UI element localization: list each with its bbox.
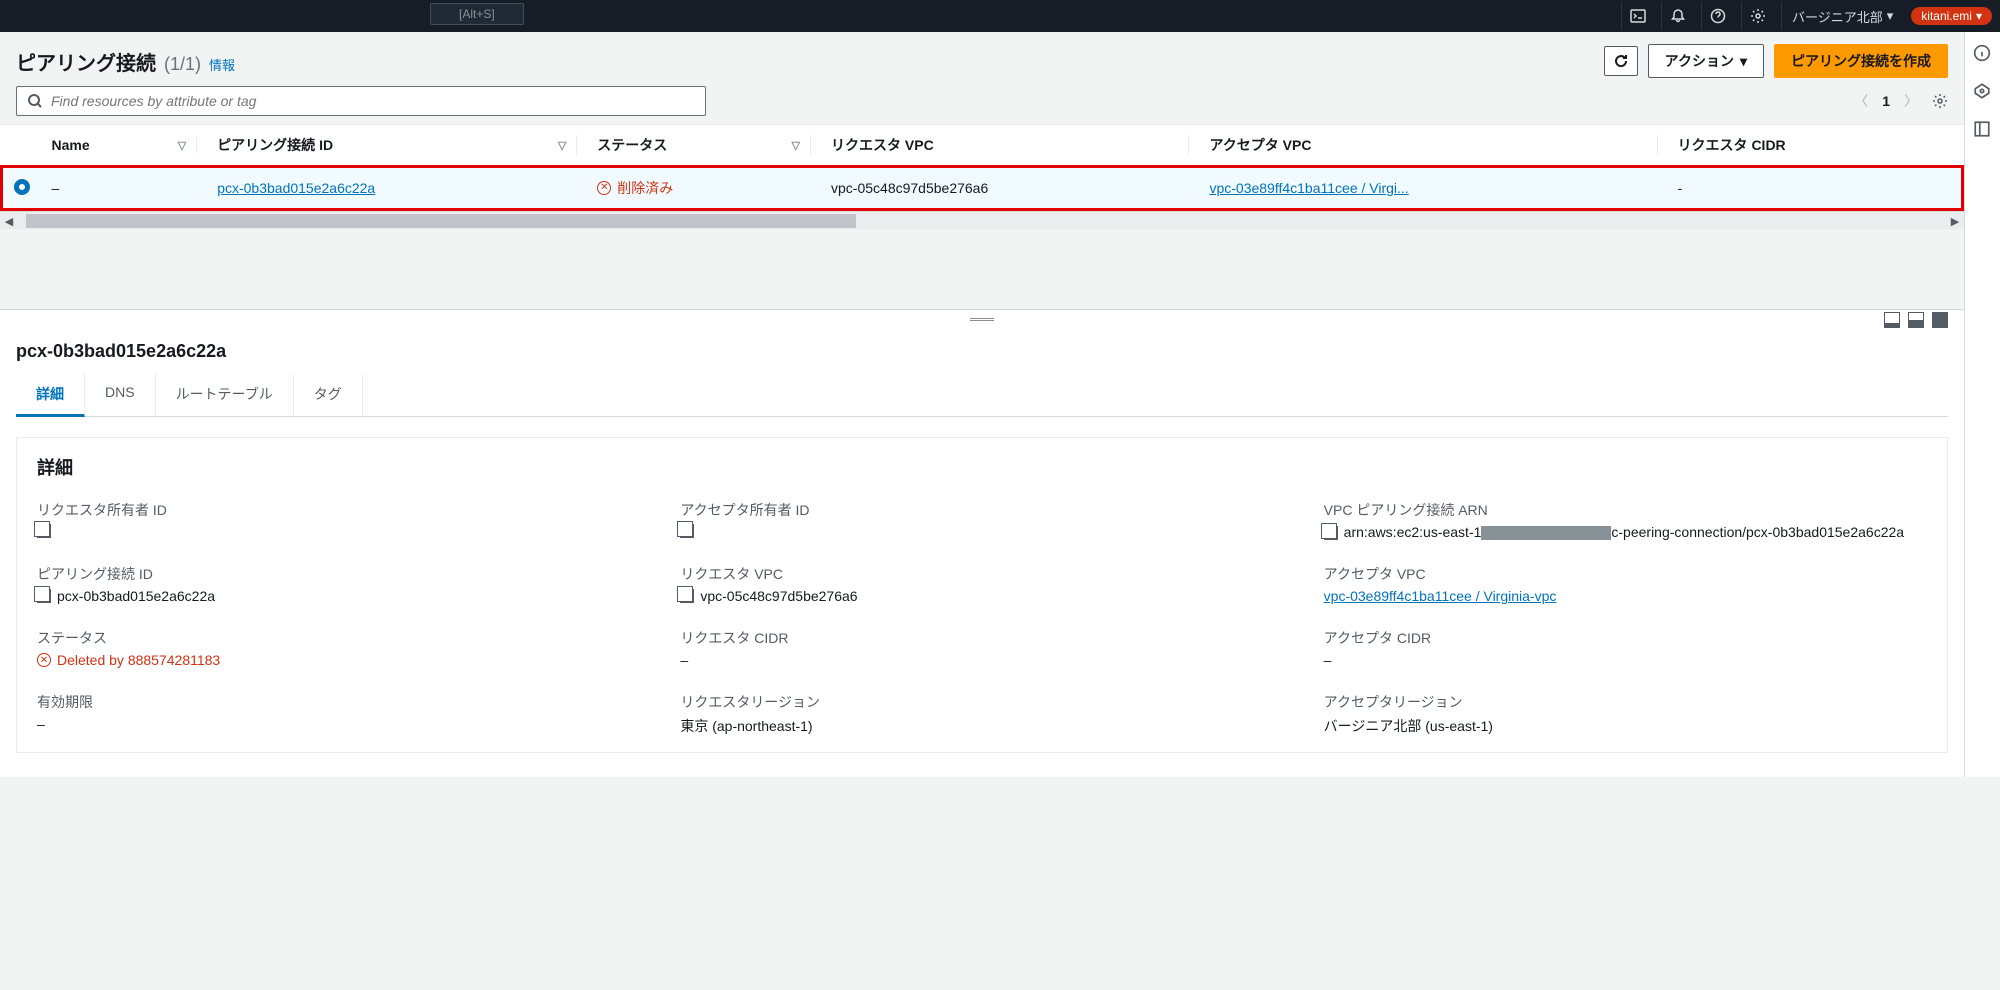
global-search-hint[interactable]: [Alt+S] (430, 3, 524, 25)
right-rail (1964, 32, 2000, 777)
chevron-down-icon: ▾ (1976, 9, 1982, 23)
table-row[interactable]: – pcx-0b3bad015e2a6c22a ✕削除済み vpc-05c48c… (2, 167, 1963, 210)
error-icon: ✕ (597, 181, 611, 195)
expand-icon[interactable] (1973, 120, 1993, 140)
page-header: ピアリング接続 (1/1) 情報 アクション ▾ ピアリング接続を作成 (0, 44, 1964, 78)
settings-icon[interactable] (1741, 2, 1773, 30)
user-menu[interactable]: kitani.emi ▾ (1911, 7, 1992, 25)
item-count: (1/1) (164, 54, 201, 75)
search-icon (27, 93, 43, 109)
next-page-button[interactable]: 〉 (1904, 91, 1918, 111)
field-requester-region: リクエスタリージョン 東京 (ap-northeast-1) (680, 692, 1283, 736)
scroll-left-icon[interactable]: ◀ (0, 212, 18, 230)
prev-page-button[interactable]: 〈 (1854, 91, 1868, 111)
copy-icon[interactable] (37, 589, 51, 603)
row-radio[interactable] (14, 179, 30, 195)
accepter-vpc-link[interactable]: vpc-03e89ff4c1ba11cee / Virginia-vpc (1324, 588, 1557, 604)
tab-route-tables[interactable]: ルートテーブル (156, 374, 294, 416)
panel-size-half-icon[interactable] (1908, 312, 1924, 328)
cloudshell-icon[interactable] (1621, 2, 1653, 30)
field-status: ステータス ✕Deleted by 888574281183 (37, 628, 640, 668)
search-box[interactable] (16, 86, 706, 116)
refresh-button[interactable] (1604, 46, 1638, 76)
field-accepter-owner-id: アクセプタ所有者 ID (680, 500, 1283, 540)
horizontal-scrollbar[interactable]: ◀ ▶ (0, 211, 1964, 229)
copy-icon[interactable] (680, 589, 694, 603)
actions-label: アクション (1665, 51, 1734, 71)
field-arn: VPC ピアリング接続 ARN arn:aws:ec2:us-east-1c-p… (1324, 500, 1927, 540)
detail-panel: pcx-0b3bad015e2a6c22a 詳細 DNS ルートテーブル タグ … (0, 329, 1964, 777)
panel-size-full-icon[interactable] (1932, 312, 1948, 328)
create-peering-button[interactable]: ピアリング接続を作成 (1774, 44, 1948, 78)
actions-button[interactable]: アクション ▾ (1648, 44, 1764, 78)
search-input[interactable] (51, 93, 695, 109)
redacted-value (1481, 526, 1611, 540)
sort-icon[interactable]: ▽ (792, 139, 800, 152)
peering-table: Name ▽ ピアリング接続 ID ▽ ステータス ▽ リクエスタ VPC アクセプタ… (0, 124, 1964, 211)
field-peering-id: ピアリング接続 ID pcx-0b3bad015e2a6c22a (37, 564, 640, 604)
copy-icon[interactable] (1324, 526, 1338, 540)
chevron-down-icon: ▾ (1887, 8, 1894, 24)
copy-icon[interactable] (37, 524, 51, 538)
page-number: 1 (1882, 93, 1890, 109)
cell-requester-vpc: vpc-05c48c97d5be276a6 (821, 167, 1199, 210)
top-navbar: [Alt+S] バージニア北部 ▾ kitani.emi ▾ (0, 0, 2000, 32)
field-requester-cidr: リクエスタ CIDR – (680, 628, 1283, 668)
field-accepter-region: アクセプタリージョン バージニア北部 (us-east-1) (1324, 692, 1927, 736)
col-accepter-vpc[interactable]: アクセプタ VPC (1209, 135, 1311, 155)
grip-icon (970, 318, 994, 321)
chevron-down-icon: ▾ (1740, 53, 1747, 70)
col-peering-id[interactable]: ピアリング接続 ID (217, 135, 333, 155)
scroll-right-icon[interactable]: ▶ (1946, 212, 1964, 230)
sort-icon[interactable]: ▽ (558, 139, 566, 152)
scroll-thumb[interactable] (26, 214, 856, 228)
detail-tabs: 詳細 DNS ルートテーブル タグ (16, 374, 1948, 417)
copy-icon[interactable] (680, 524, 694, 538)
field-requester-vpc: リクエスタ VPC vpc-05c48c97d5be276a6 (680, 564, 1283, 604)
pagination: 〈 1 〉 (1854, 91, 1948, 111)
details-heading: 詳細 (37, 454, 1927, 480)
tab-details[interactable]: 詳細 (16, 374, 85, 417)
cell-peering-id-link[interactable]: pcx-0b3bad015e2a6c22a (217, 180, 375, 196)
error-icon: ✕ (37, 653, 51, 667)
cell-name: – (42, 167, 208, 210)
panel-size-small-icon[interactable] (1884, 312, 1900, 328)
field-accepter-cidr: アクセプタ CIDR – (1324, 628, 1927, 668)
sort-icon[interactable]: ▽ (178, 139, 186, 152)
field-requester-owner-id: リクエスタ所有者 ID (37, 500, 640, 540)
region-label: バージニア北部 (1792, 7, 1883, 26)
col-requester-cidr[interactable]: リクエスタ CIDR (1678, 135, 1786, 155)
region-selector[interactable]: バージニア北部 ▾ (1781, 2, 1903, 30)
col-requester-vpc[interactable]: リクエスタ VPC (831, 135, 934, 155)
field-accepter-vpc: アクセプタ VPC vpc-03e89ff4c1ba11cee / Virgin… (1324, 564, 1927, 604)
field-expiration: 有効期限 – (37, 692, 640, 736)
notifications-icon[interactable] (1661, 2, 1693, 30)
info-icon[interactable] (1973, 44, 1993, 64)
col-status[interactable]: ステータス (597, 135, 667, 155)
info-link[interactable]: 情報 (209, 55, 235, 74)
table-settings-icon[interactable] (1932, 93, 1948, 109)
help-icon[interactable] (1701, 2, 1733, 30)
target-icon[interactable] (1973, 82, 1993, 102)
page-title: ピアリング接続 (16, 47, 156, 76)
cell-accepter-vpc-link[interactable]: vpc-03e89ff4c1ba11cee / Virgi... (1209, 180, 1408, 196)
col-name[interactable]: Name (52, 137, 90, 153)
cell-status: ✕削除済み (597, 178, 811, 198)
tab-dns[interactable]: DNS (85, 374, 156, 416)
panel-resize-handle[interactable] (0, 309, 1964, 329)
tab-tags[interactable]: タグ (294, 374, 363, 416)
detail-title: pcx-0b3bad015e2a6c22a (16, 329, 1948, 374)
user-label: kitani.emi (1921, 9, 1972, 23)
details-card: 詳細 リクエスタ所有者 ID アクセプタ所有者 ID VPC ピアリング接続 A… (16, 437, 1948, 753)
cell-requester-cidr: - (1668, 167, 1963, 210)
